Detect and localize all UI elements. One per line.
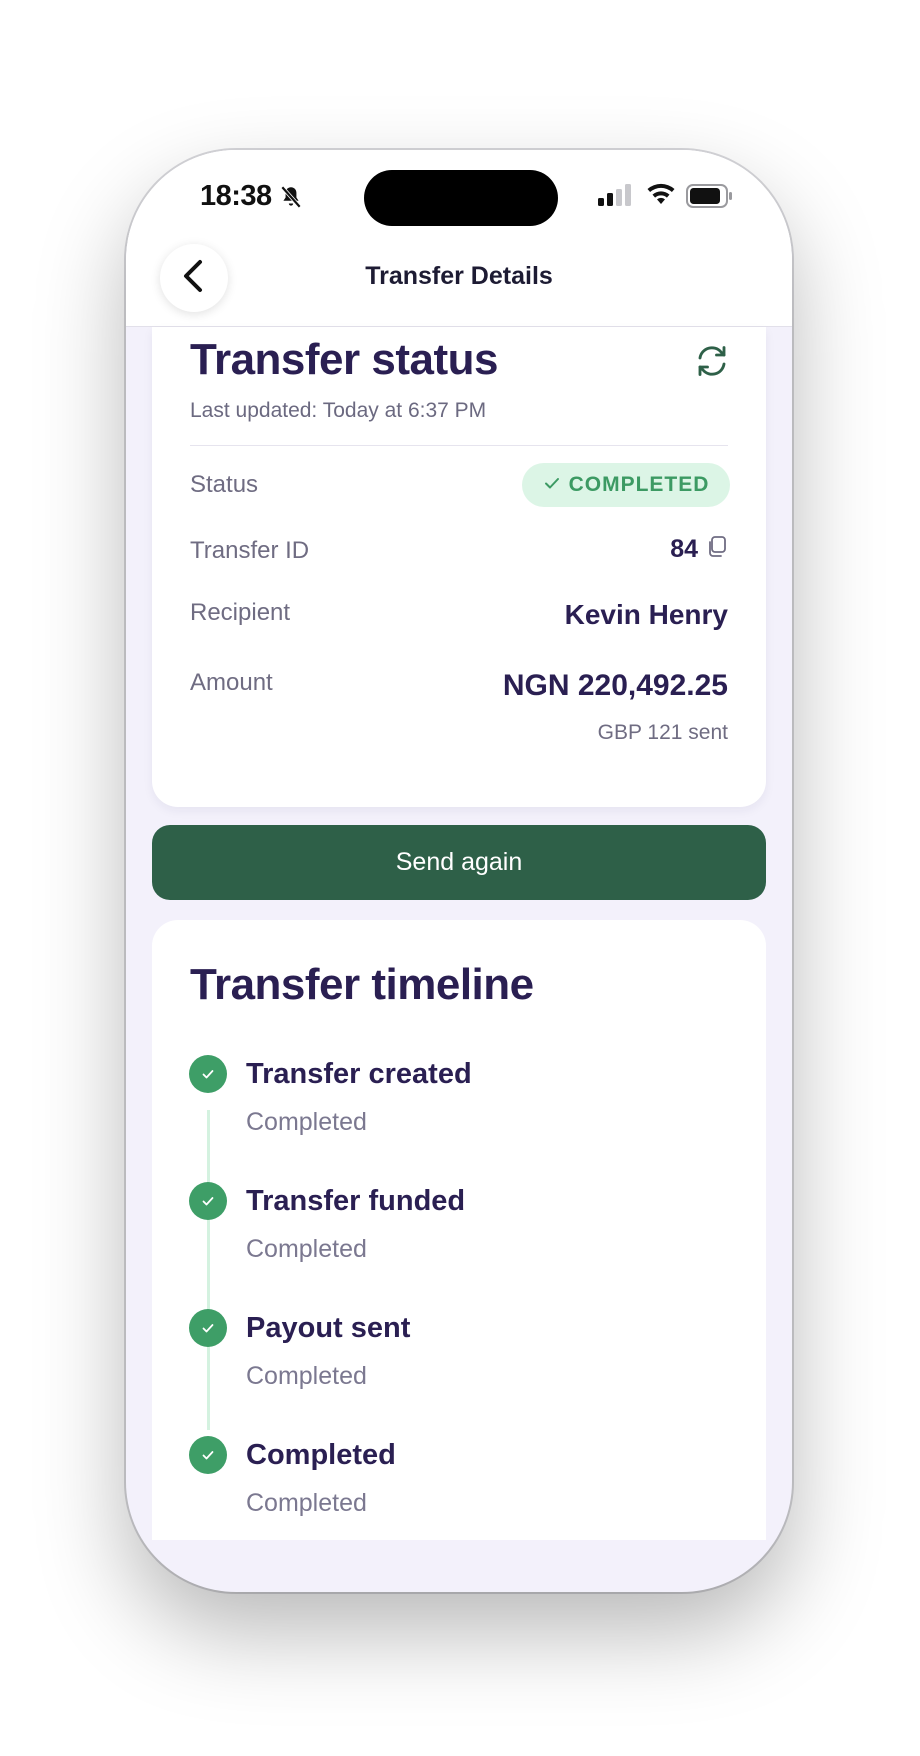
page-title: Transfer Details (365, 262, 553, 290)
last-updated-text: Last updated: Today at 6:37 PM (190, 399, 487, 422)
signal-icon (598, 184, 632, 206)
transfer-timeline-card: Transfer timeline Transfer created Compl… (152, 920, 766, 1540)
step-check-icon (189, 1055, 227, 1093)
copy-icon[interactable] (706, 535, 728, 564)
transfer-id-label: Transfer ID (190, 537, 310, 564)
phone-frame: 18:38 Transfer Details Transfer status L… (126, 150, 792, 1592)
status-card-title: Transfer status (190, 335, 498, 384)
recipient-label: Recipient (190, 599, 291, 626)
timeline-step-status: Completed (246, 1108, 367, 1136)
timeline-step-status: Completed (246, 1362, 367, 1390)
send-again-button[interactable]: Send again (152, 825, 766, 900)
amount-label: Amount (190, 669, 273, 696)
transfer-status-card: Transfer status Last updated: Today at 6… (152, 327, 766, 807)
amount-value: NGN 220,492.25 (502, 669, 728, 702)
amount-sent-value: GBP 121 sent (597, 721, 728, 744)
recipient-value: Kevin Henry (564, 599, 728, 630)
timeline-step-label: Completed (246, 1439, 396, 1471)
transfer-id-value-group: 84 (670, 535, 728, 564)
check-icon (543, 474, 561, 497)
timeline-step-label: Transfer created (246, 1058, 472, 1090)
wifi-icon (646, 182, 676, 206)
timeline-step-label: Payout sent (246, 1312, 411, 1344)
status-badge-text: COMPLETED (568, 473, 710, 496)
status-bar: 18:38 (126, 150, 792, 240)
battery-icon (686, 184, 734, 208)
status-label: Status (190, 471, 259, 498)
status-badge: COMPLETED (522, 463, 730, 507)
timeline-step-status: Completed (246, 1235, 367, 1263)
transfer-id-value: 84 (670, 535, 698, 563)
timeline-connector (207, 1110, 210, 1430)
dynamic-island (364, 170, 558, 226)
step-check-icon (189, 1182, 227, 1220)
timeline-step-label: Transfer funded (246, 1185, 466, 1217)
step-check-icon (189, 1436, 227, 1474)
status-time: 18:38 (200, 180, 272, 212)
card-divider (190, 445, 728, 446)
refresh-icon[interactable] (694, 343, 730, 379)
step-check-icon (189, 1309, 227, 1347)
bell-slash-icon (278, 184, 304, 210)
timeline-step-status: Completed (246, 1489, 367, 1517)
timeline-title: Transfer timeline (190, 960, 534, 1009)
